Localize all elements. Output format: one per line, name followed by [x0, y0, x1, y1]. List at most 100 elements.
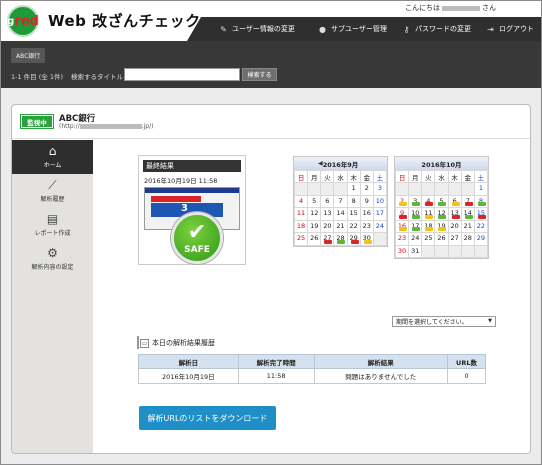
- calendar-day[interactable]: 21: [460, 219, 475, 233]
- result-marker[interactable]: [425, 202, 434, 206]
- calendar-day[interactable]: 29: [473, 232, 489, 246]
- calendar-day[interactable]: 16: [359, 207, 374, 221]
- calendar-day[interactable]: 31: [408, 244, 423, 258]
- download-url-list-button[interactable]: 解析URLのリストをダウンロード: [139, 406, 276, 430]
- calendar-day[interactable]: 11: [293, 207, 309, 221]
- calendar-day[interactable]: 25: [293, 232, 309, 246]
- calendar-day[interactable]: 25: [421, 232, 436, 246]
- result-marker[interactable]: [363, 239, 372, 244]
- calendar-day[interactable]: 5: [434, 194, 449, 208]
- calendar-day[interactable]: 5: [307, 194, 322, 208]
- calendar-day[interactable]: 26: [434, 232, 449, 246]
- calendar-day[interactable]: 7: [460, 194, 475, 208]
- result-marker[interactable]: [425, 214, 434, 219]
- calendar-day[interactable]: 1: [473, 182, 489, 196]
- calendar-day[interactable]: 13: [447, 207, 462, 221]
- result-marker[interactable]: [337, 239, 346, 244]
- calendar-day[interactable]: 27: [320, 232, 335, 246]
- calendar-day[interactable]: 11: [421, 207, 436, 221]
- calendar-day[interactable]: 8: [346, 194, 361, 208]
- result-marker[interactable]: [438, 214, 447, 219]
- result-marker[interactable]: [412, 202, 421, 206]
- result-marker[interactable]: [451, 214, 460, 219]
- calendar-day[interactable]: 19: [434, 219, 449, 233]
- calendar-day[interactable]: 3: [408, 194, 423, 208]
- calendar-day[interactable]: 17: [372, 207, 388, 221]
- breadcrumb[interactable]: ABC銀行: [11, 48, 46, 63]
- calendar-day[interactable]: 9: [359, 194, 374, 208]
- calendar-day[interactable]: 6: [447, 194, 462, 208]
- result-marker[interactable]: [399, 214, 407, 219]
- calendar-day[interactable]: 14: [333, 207, 348, 221]
- nav-subuser[interactable]: ● サブユーザー管理: [318, 17, 387, 41]
- nav-user-info[interactable]: ✎ ユーザー情報の変更: [219, 17, 295, 41]
- calendar-day[interactable]: 13: [320, 207, 335, 221]
- calendar-day[interactable]: 27: [447, 232, 462, 246]
- calendar-day[interactable]: 3: [372, 182, 388, 196]
- calendar-day[interactable]: 12: [307, 207, 322, 221]
- calendar-day[interactable]: 23: [359, 219, 374, 233]
- nav-logout[interactable]: ⇥ ログアウト: [486, 17, 534, 41]
- calendar-day[interactable]: 28: [460, 232, 475, 246]
- result-marker[interactable]: [438, 227, 447, 231]
- sidebar-item-home[interactable]: ⌂ ホーム: [12, 140, 93, 174]
- calendar-day[interactable]: 4: [293, 194, 309, 208]
- sidebar-item-settings[interactable]: ⚙ 解析内容の設定: [12, 242, 93, 276]
- calendar-day[interactable]: 14: [460, 207, 475, 221]
- sidebar-item-report[interactable]: ▤ レポート作成: [12, 208, 93, 242]
- calendar-day[interactable]: 1: [346, 182, 361, 196]
- calendar-day[interactable]: 22: [346, 219, 361, 233]
- calendar-day[interactable]: 6: [320, 194, 335, 208]
- calendar-day[interactable]: 16: [394, 219, 410, 233]
- calendar-day[interactable]: 30: [394, 244, 410, 258]
- nav-password[interactable]: ⚷ パスワードの変更: [402, 17, 471, 41]
- calendar-day[interactable]: 8: [473, 194, 489, 208]
- result-marker[interactable]: [399, 227, 407, 231]
- search-button[interactable]: 検索する: [242, 68, 277, 81]
- search-input[interactable]: [124, 68, 240, 81]
- sidebar-item-history[interactable]: ⟋ 解析履歴: [12, 174, 93, 208]
- result-marker[interactable]: [425, 227, 434, 231]
- calendar-day[interactable]: 15: [346, 207, 361, 221]
- calendar-day[interactable]: 2: [394, 194, 410, 208]
- calendar-day[interactable]: 19: [307, 219, 322, 233]
- calendar-day[interactable]: 28: [333, 232, 348, 246]
- calendar-day[interactable]: 18: [421, 219, 436, 233]
- result-marker[interactable]: [438, 202, 447, 206]
- calendar-day[interactable]: 18: [293, 219, 309, 233]
- history-row[interactable]: 2016年10月19日 11:58 問題はありませんでした 0: [138, 368, 486, 384]
- calendar-day[interactable]: 30: [359, 232, 374, 246]
- calendar-day[interactable]: 9: [394, 207, 410, 221]
- calendar-day[interactable]: 2: [359, 182, 374, 196]
- calendar-day[interactable]: 10: [408, 207, 423, 221]
- calendar-day[interactable]: 7: [333, 194, 348, 208]
- calendar-day[interactable]: 10: [372, 194, 388, 208]
- result-marker[interactable]: [464, 214, 473, 219]
- calendar-day[interactable]: 15: [473, 207, 489, 221]
- calendar-day[interactable]: 24: [372, 219, 388, 233]
- result-marker[interactable]: [477, 214, 486, 219]
- result-marker[interactable]: [477, 202, 486, 206]
- calendar-day[interactable]: 17: [408, 219, 423, 233]
- result-marker[interactable]: [412, 227, 421, 231]
- calendar-day[interactable]: 23: [394, 232, 410, 246]
- period-select[interactable]: 期間を選択してください。 ▼: [392, 316, 496, 327]
- logout-icon: ⇥: [487, 24, 494, 34]
- calendar-day[interactable]: 4: [421, 194, 436, 208]
- result-marker[interactable]: [451, 202, 460, 206]
- calendar-day[interactable]: 24: [408, 232, 423, 246]
- calendar-day[interactable]: 22: [473, 219, 489, 233]
- result-marker[interactable]: [350, 239, 359, 244]
- calendar-day[interactable]: 21: [333, 219, 348, 233]
- result-marker[interactable]: [324, 239, 333, 244]
- weekday-label: 日: [293, 170, 309, 183]
- result-marker[interactable]: [412, 214, 421, 219]
- result-marker[interactable]: [464, 202, 473, 206]
- calendar-day[interactable]: 29: [346, 232, 361, 246]
- calendar-day[interactable]: 12: [434, 207, 449, 221]
- calendar-day[interactable]: 20: [447, 219, 462, 233]
- result-marker[interactable]: [399, 202, 407, 206]
- prev-month-icon[interactable]: ◀: [318, 160, 323, 167]
- calendar-day[interactable]: 20: [320, 219, 335, 233]
- calendar-day[interactable]: 26: [307, 232, 322, 246]
